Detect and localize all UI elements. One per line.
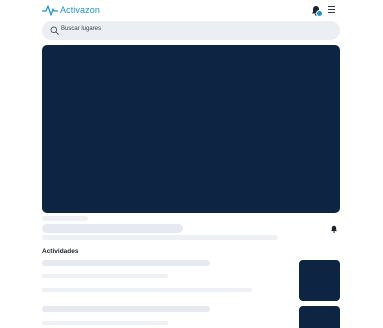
place-meta-skeleton <box>42 235 278 240</box>
pulse-icon <box>42 5 58 16</box>
activity-title-skeleton <box>42 306 210 312</box>
activity-thumbnail[interactable] <box>299 260 340 301</box>
notification-dot <box>316 10 323 17</box>
search-input[interactable]: Buscar lugares <box>42 21 340 40</box>
place-title-skeleton <box>42 224 183 233</box>
brand-name: Activazon <box>60 5 100 15</box>
hero-image[interactable] <box>42 45 340 213</box>
top-bar: Activazon <box>0 0 383 21</box>
activity-thumbnail[interactable] <box>299 306 340 328</box>
hamburger-icon[interactable] <box>328 6 335 14</box>
activity-title-skeleton <box>42 260 210 266</box>
section-title: Actividades <box>42 248 79 255</box>
activity-line-skeleton <box>42 321 168 325</box>
activity-line-skeleton <box>42 274 168 278</box>
search-placeholder: Buscar lugares <box>61 26 102 32</box>
place-subtitle-skeleton <box>42 216 88 221</box>
bell-icon[interactable] <box>330 225 338 233</box>
brand-logo[interactable]: Activazon <box>42 4 100 16</box>
activity-line-skeleton <box>42 288 252 292</box>
search-icon <box>50 26 59 35</box>
